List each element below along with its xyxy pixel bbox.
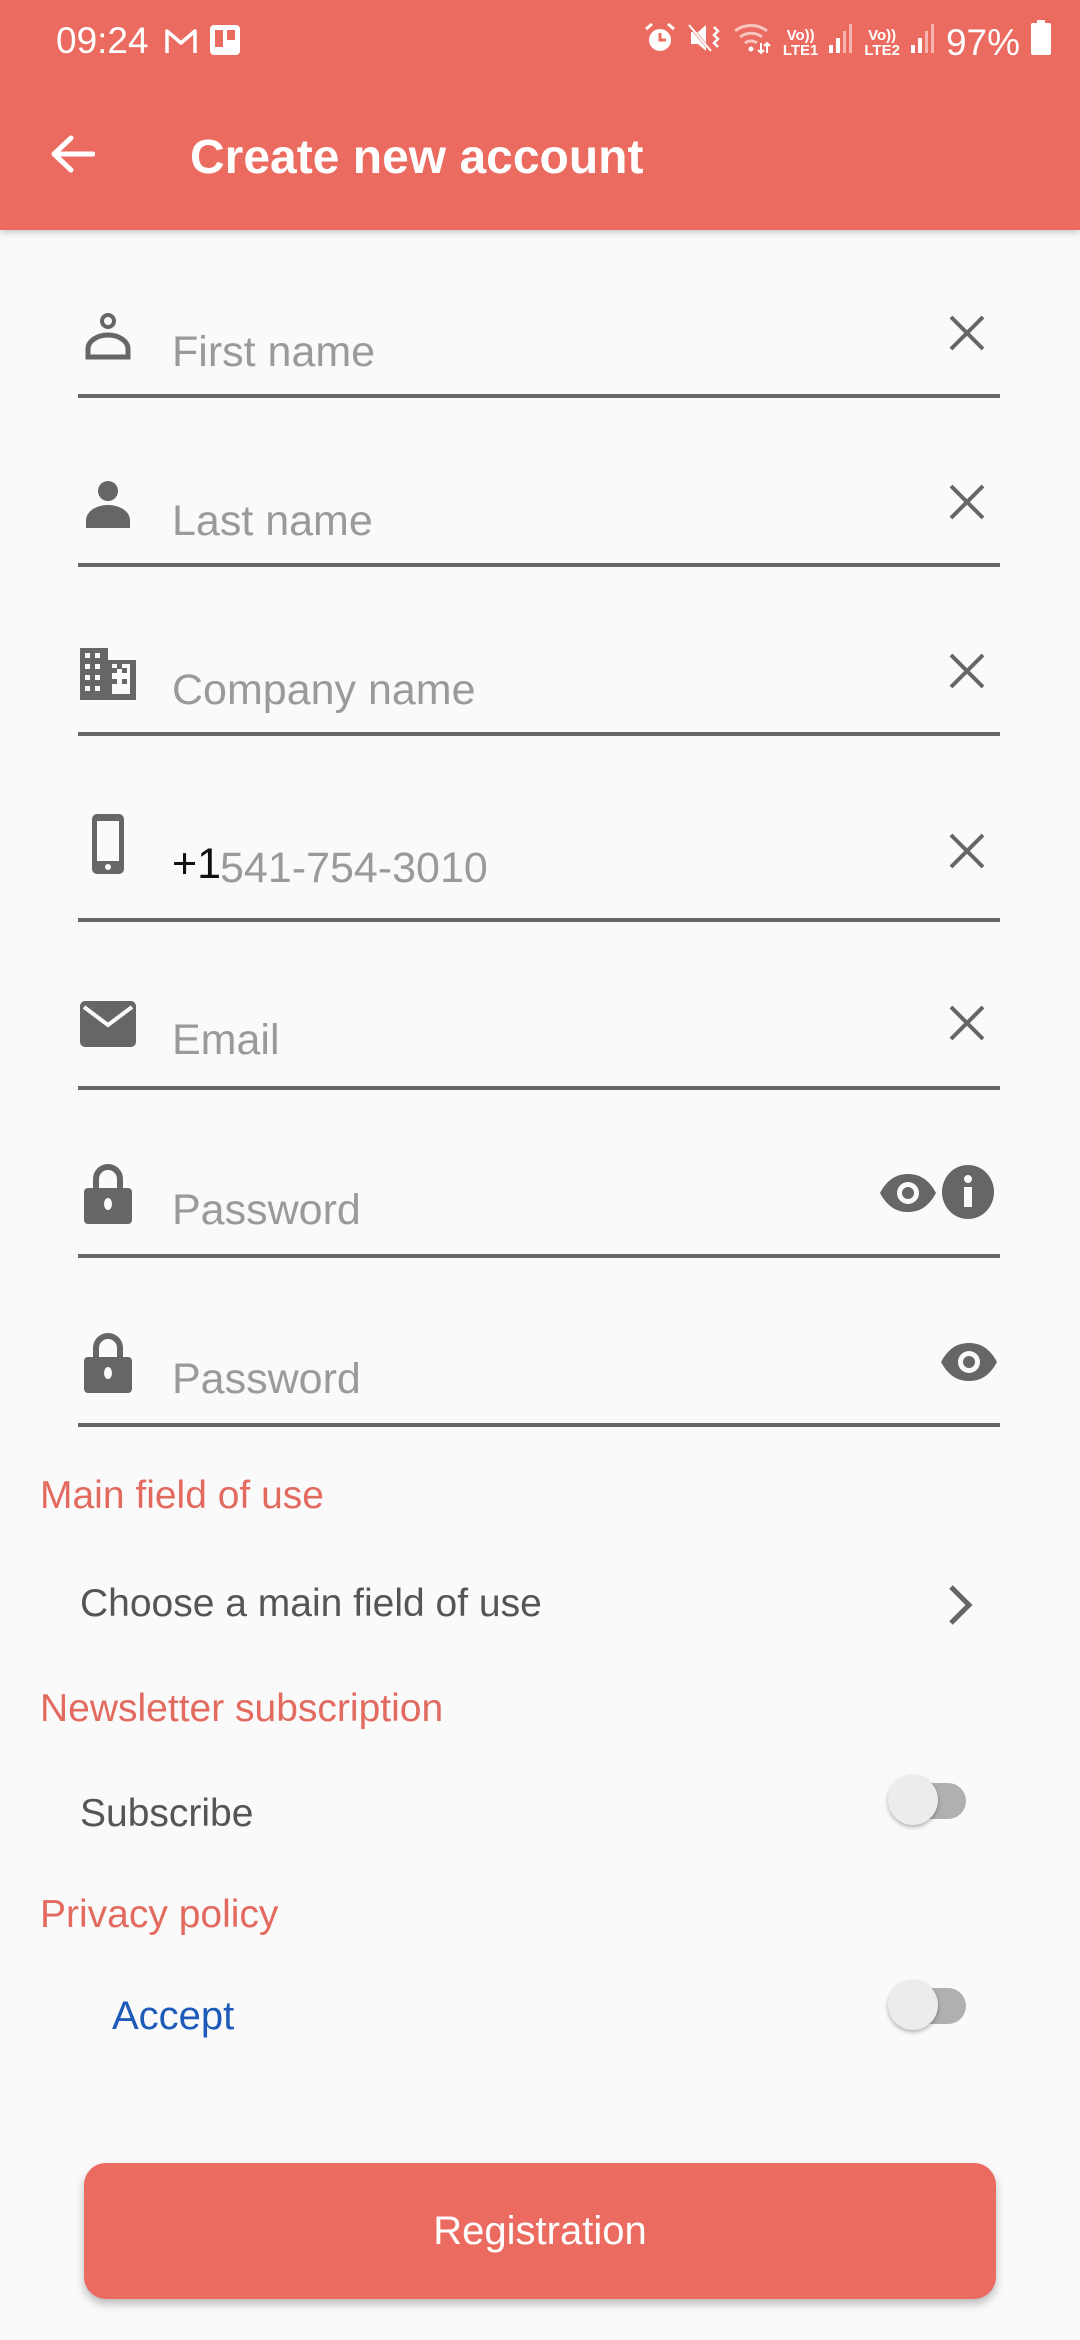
phone-input[interactable] bbox=[220, 838, 880, 898]
last-name-input[interactable] bbox=[172, 491, 880, 551]
subscribe-row: Subscribe bbox=[0, 1770, 1080, 1860]
arrow-left-icon bbox=[49, 134, 96, 179]
back-button[interactable] bbox=[44, 128, 100, 184]
first-name-field bbox=[78, 298, 1000, 398]
subscribe-toggle[interactable] bbox=[886, 1770, 972, 1830]
choose-main-field-label: Choose a main field of use bbox=[80, 1582, 542, 1625]
chevron-right-icon bbox=[940, 1580, 980, 1630]
password-confirm-input[interactable] bbox=[172, 1349, 880, 1409]
company-name-field bbox=[78, 636, 1000, 736]
password-input[interactable] bbox=[172, 1180, 880, 1240]
app-bar: 09:24 Vo)) LTE1 Vo)) LTE2 97% Create new… bbox=[0, 0, 1080, 230]
battery-percent: 97% bbox=[945, 21, 1020, 63]
password-field bbox=[78, 1156, 1000, 1258]
accept-privacy-link[interactable]: Accept bbox=[112, 1994, 234, 2039]
clear-last-name-button[interactable] bbox=[942, 477, 992, 527]
sim2-network-label: Vo)) LTE2 bbox=[864, 26, 900, 59]
email-field bbox=[78, 986, 1000, 1090]
toggle-thumb bbox=[888, 1775, 938, 1825]
eye-icon bbox=[878, 1172, 938, 1219]
signal-sim1-icon bbox=[828, 21, 854, 64]
password-confirm-field bbox=[78, 1325, 1000, 1427]
choose-main-field-row[interactable]: Choose a main field of use bbox=[0, 1560, 1080, 1650]
mute-vibrate-icon bbox=[687, 21, 723, 64]
main-field-section-title: Main field of use bbox=[40, 1474, 324, 1517]
lock-icon bbox=[80, 1162, 136, 1226]
business-icon bbox=[80, 646, 136, 702]
toggle-password-visibility-button[interactable] bbox=[878, 1170, 938, 1220]
phone-field: +1 bbox=[78, 800, 1000, 922]
clear-company-name-button[interactable] bbox=[942, 646, 992, 696]
info-icon bbox=[942, 1164, 994, 1224]
clear-first-name-button[interactable] bbox=[942, 308, 992, 358]
company-name-input[interactable] bbox=[172, 660, 880, 720]
lock-icon bbox=[80, 1331, 136, 1395]
mail-icon bbox=[80, 996, 136, 1052]
eye-icon bbox=[939, 1341, 999, 1388]
accept-privacy-toggle[interactable] bbox=[886, 1975, 972, 2035]
sim1-network-label: Vo)) LTE1 bbox=[782, 26, 819, 59]
person-icon bbox=[80, 477, 136, 533]
last-name-field bbox=[78, 467, 1000, 567]
subscribe-label: Subscribe bbox=[80, 1792, 254, 1835]
gmail-icon bbox=[164, 22, 198, 64]
newsletter-section-title: Newsletter subscription bbox=[40, 1687, 444, 1730]
signal-sim2-icon bbox=[910, 21, 936, 64]
password-info-button[interactable] bbox=[940, 1164, 996, 1224]
first-name-input[interactable] bbox=[172, 322, 880, 382]
status-bar: 09:24 Vo)) LTE1 Vo)) LTE2 97% bbox=[0, 0, 1080, 84]
status-time: 09:24 bbox=[56, 20, 149, 61]
privacy-section-title: Privacy policy bbox=[40, 1893, 279, 1936]
registration-button[interactable]: Registration bbox=[84, 2163, 996, 2299]
email-input[interactable] bbox=[172, 1010, 880, 1070]
wifi-icon bbox=[733, 21, 773, 64]
trello-icon bbox=[210, 22, 240, 64]
clear-phone-button[interactable] bbox=[942, 826, 992, 876]
clear-email-button[interactable] bbox=[942, 998, 992, 1048]
page-title: Create new account bbox=[190, 131, 644, 184]
accept-row: Accept bbox=[0, 1980, 1080, 2080]
country-code-prefix: +1 bbox=[172, 840, 222, 888]
toggle-password-confirm-visibility-button[interactable] bbox=[938, 1339, 1000, 1389]
alarm-icon bbox=[643, 21, 677, 64]
smartphone-icon bbox=[80, 812, 136, 876]
battery-icon bbox=[1030, 20, 1052, 65]
person-outline-icon bbox=[80, 308, 136, 364]
toggle-thumb bbox=[888, 1980, 938, 2030]
